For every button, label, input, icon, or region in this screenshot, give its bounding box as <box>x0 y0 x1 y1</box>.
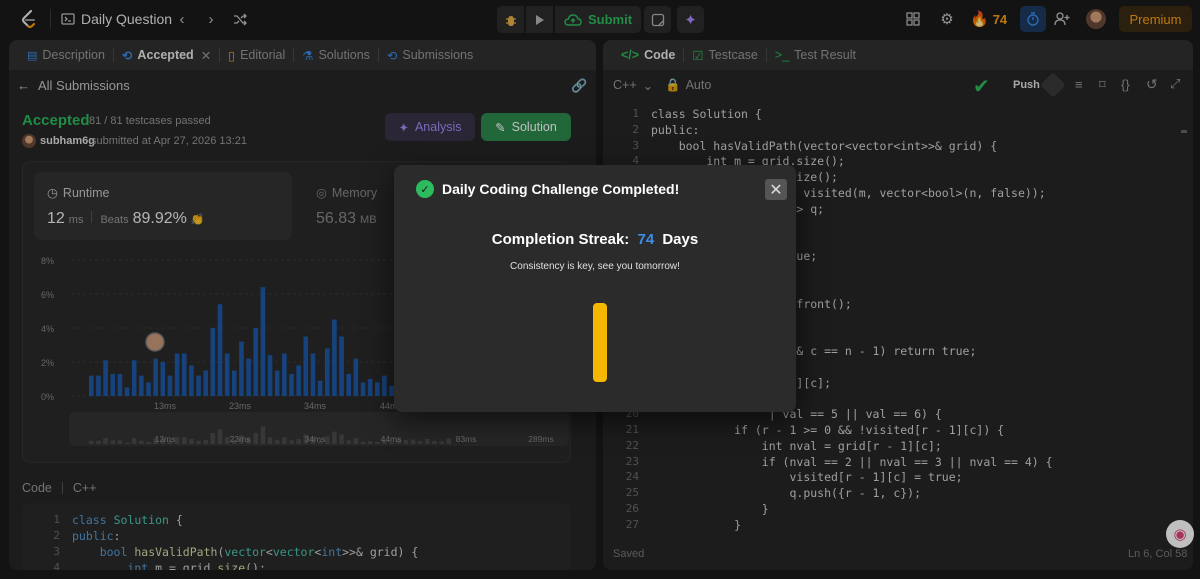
streak-message: Consistency is key, see you tomorrow! <box>510 261 680 272</box>
modal-title: Daily Coding Challenge Completed! <box>442 181 680 197</box>
daily-challenge-modal: ✓ Daily Coding Challenge Completed! ✕ Co… <box>394 165 796 412</box>
streak-progress-bar <box>593 303 607 382</box>
streak-label: Completion Streak: <box>491 231 630 248</box>
close-icon[interactable]: ✕ <box>765 179 787 200</box>
streak-line: Completion Streak: 74 Days <box>394 231 796 248</box>
streak-unit: Days <box>662 231 699 248</box>
check-circle-icon: ✓ <box>416 180 434 198</box>
streak-value: 74 <box>637 231 655 248</box>
